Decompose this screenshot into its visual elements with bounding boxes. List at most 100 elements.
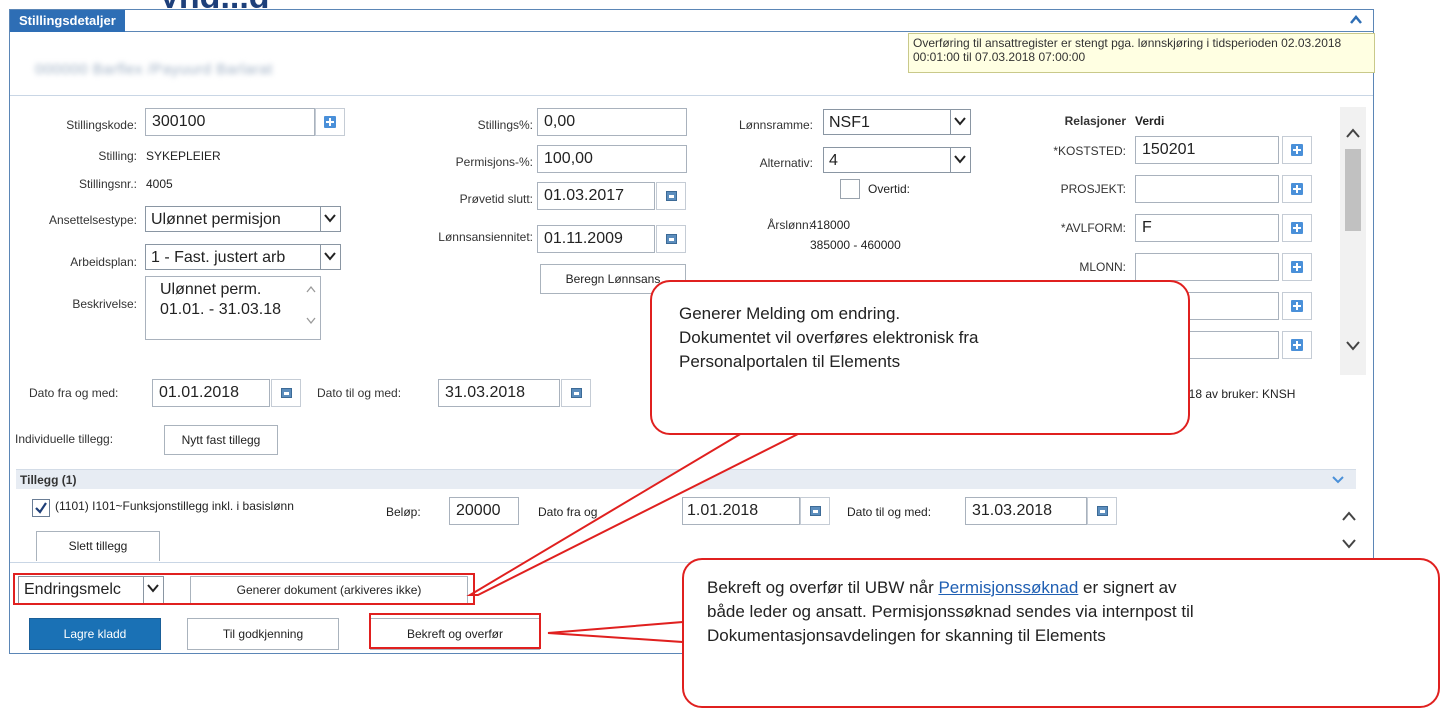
lonnsansiennitet-calendar-button[interactable]	[656, 225, 686, 253]
plus-icon	[1291, 222, 1303, 234]
calendar-icon	[666, 234, 677, 244]
callout-generer-line2: Dokumentet vil overføres elektronisk fra	[679, 328, 979, 347]
stillingsnr-value: 4005	[146, 177, 173, 191]
plus-icon	[1291, 339, 1303, 351]
permisjonssoknad-link[interactable]: Permisjonssøknad	[938, 578, 1078, 597]
lonnsramme-value: NSF1	[829, 114, 870, 131]
chevron-down-icon[interactable]	[1346, 340, 1360, 352]
alternativ-select[interactable]: 4	[823, 147, 971, 173]
plus-icon	[1291, 300, 1303, 312]
callout-bekreft-line1: Bekreft og overfør til UBW når Permisjon…	[707, 576, 1194, 600]
ansettelsestype-label: Ansettelsestype:	[48, 213, 137, 227]
mlonn-plus-button[interactable]	[1282, 253, 1312, 281]
callout-generer-line1: Generer Melding om endring.	[679, 304, 901, 323]
nytt-fast-tillegg-button[interactable]: Nytt fast tillegg	[164, 425, 278, 455]
lonnsramme-select[interactable]: NSF1	[823, 109, 971, 135]
tillegg-checkbox[interactable]	[32, 499, 50, 517]
tillegg-dato-til-calendar-button[interactable]	[1087, 497, 1117, 525]
overtid-checkbox[interactable]	[840, 179, 860, 199]
dato-til-label: Dato til og med:	[317, 386, 402, 400]
callout-bekreft-suffix: er signert av	[1078, 578, 1177, 597]
callout-generer-text: Generer Melding om endring. Dokumentet v…	[679, 302, 979, 374]
transfer-notice: Overføring til ansattregister er stengt …	[908, 33, 1375, 73]
relation-label-mlonn: MLONN:	[1079, 260, 1126, 274]
individuelle-tillegg-label: Individuelle tillegg:	[15, 432, 114, 446]
relation-field-mlonn[interactable]	[1135, 253, 1279, 281]
tillegg-section-title: Tillegg (1)	[20, 473, 77, 487]
callout-generer-line3: Personalportalen til Elements	[679, 352, 901, 371]
beskrivelse-textarea[interactable]: Ulønnet perm. 01.01. - 31.03.18	[145, 276, 321, 340]
arbeidsplan-label: Arbeidsplan:	[70, 255, 137, 269]
stilling-label: Stilling:	[98, 149, 137, 163]
relation5-plus-button[interactable]	[1282, 292, 1312, 320]
dato-fra-calendar-button[interactable]	[271, 379, 301, 407]
callout-bekreft-line2: både leder og ansatt. Permisjonssøknad s…	[707, 602, 1194, 621]
koststed-plus-button[interactable]	[1282, 136, 1312, 164]
arslonn-label: Årslønn:	[767, 218, 812, 232]
calendar-icon	[1097, 506, 1108, 516]
beskrivelse-line2: 01.01. - 31.03.18	[160, 301, 281, 318]
ansettelsestype-value: Ulønnet permisjon	[151, 211, 281, 228]
tillegg-scroll-arrows[interactable]	[1342, 510, 1356, 550]
dato-til-field[interactable]: 31.03.2018	[438, 379, 560, 407]
arslonn-range: 385000 - 460000	[810, 238, 901, 252]
stillingskode-label: Stillingskode:	[66, 118, 137, 132]
stillingspct-label: Stillings%:	[477, 118, 533, 132]
tillegg-section-header[interactable]: Tillegg (1)	[16, 469, 1356, 489]
alternativ-label: Alternativ:	[759, 156, 813, 170]
tillegg-dato-fra-field[interactable]: 1.01.2018	[682, 497, 800, 525]
tillegg-item-label: (1101) I101~Funksjonstillegg inkl. i bas…	[55, 499, 294, 513]
callout-bekreft-prefix: Bekreft og overfør til UBW når	[707, 578, 939, 597]
relasjoner-header: Relasjoner	[1064, 114, 1126, 128]
textarea-scroll-arrows[interactable]	[306, 285, 316, 325]
stillingskode-plus-button[interactable]	[315, 108, 345, 136]
panel-header: Stillingsdetaljer	[10, 10, 1373, 32]
checkmark-icon	[35, 502, 47, 514]
permisjonspct-field[interactable]: 100,00	[537, 145, 687, 173]
belop-field[interactable]: 20000	[449, 497, 519, 525]
chevron-down-icon[interactable]	[1332, 475, 1344, 485]
arbeidsplan-select[interactable]: 1 - Fast. justert arb	[145, 244, 341, 270]
chevron-up-icon[interactable]	[1349, 13, 1363, 27]
scrollbar-thumb[interactable]	[1345, 149, 1361, 231]
prosjekt-plus-button[interactable]	[1282, 175, 1312, 203]
callout-bekreft-line3: Dokumentasjonsavdelingen for skanning ti…	[707, 626, 1106, 645]
stillingspct-field[interactable]: 0,00	[537, 108, 687, 136]
til-godkjenning-button[interactable]: Til godkjenning	[187, 618, 339, 650]
verdi-header: Verdi	[1135, 114, 1165, 128]
plus-icon	[324, 116, 336, 128]
stilling-value: SYKEPLEIER	[146, 149, 221, 163]
plus-icon	[1291, 144, 1303, 156]
lonnsansiennitet-field[interactable]: 01.11.2009	[537, 225, 655, 253]
lagre-kladd-button[interactable]: Lagre kladd	[29, 618, 161, 650]
relation-field-avlform[interactable]: F	[1135, 214, 1279, 242]
relation6-plus-button[interactable]	[1282, 331, 1312, 359]
chevron-up-icon[interactable]	[1346, 127, 1360, 139]
relation-field-koststed[interactable]: 150201	[1135, 136, 1279, 164]
lonnsramme-label: Lønnsramme:	[738, 118, 813, 132]
tillegg-dato-til-field[interactable]: 31.03.2018	[965, 497, 1087, 525]
slett-tillegg-button[interactable]: Slett tillegg	[36, 531, 160, 561]
relation-field-prosjekt[interactable]	[1135, 175, 1279, 203]
provetid-field[interactable]: 01.03.2017	[537, 182, 655, 210]
avlform-plus-button[interactable]	[1282, 214, 1312, 242]
chevron-down-icon	[324, 252, 336, 261]
dropdown-arrow	[320, 207, 340, 231]
employee-name-blurred: 000000 Barflex /Payuurd Barlarat	[35, 61, 273, 78]
relations-scrollbar[interactable]	[1340, 107, 1366, 375]
belop-label: Beløp:	[386, 505, 421, 519]
dato-fra-field[interactable]: 01.01.2018	[152, 379, 270, 407]
relation-label-avlform: *AVLFORM:	[1060, 221, 1126, 235]
dropdown-arrow	[320, 245, 340, 269]
chevron-down-icon	[954, 155, 966, 164]
bekreft-highlight	[369, 613, 541, 649]
provetid-calendar-button[interactable]	[656, 182, 686, 210]
ansettelsestype-select[interactable]: Ulønnet permisjon	[145, 206, 341, 232]
callout-bekreft-text: Bekreft og overfør til UBW når Permisjon…	[707, 576, 1194, 648]
dato-til-calendar-button[interactable]	[561, 379, 591, 407]
panel-title: Stillingsdetaljer	[10, 10, 125, 32]
calendar-icon	[281, 388, 292, 398]
stillingskode-field[interactable]: 300100	[145, 108, 315, 136]
tillegg-dato-fra-calendar-button[interactable]	[800, 497, 830, 525]
relation-label-prosjekt: PROSJEKT:	[1060, 182, 1126, 196]
